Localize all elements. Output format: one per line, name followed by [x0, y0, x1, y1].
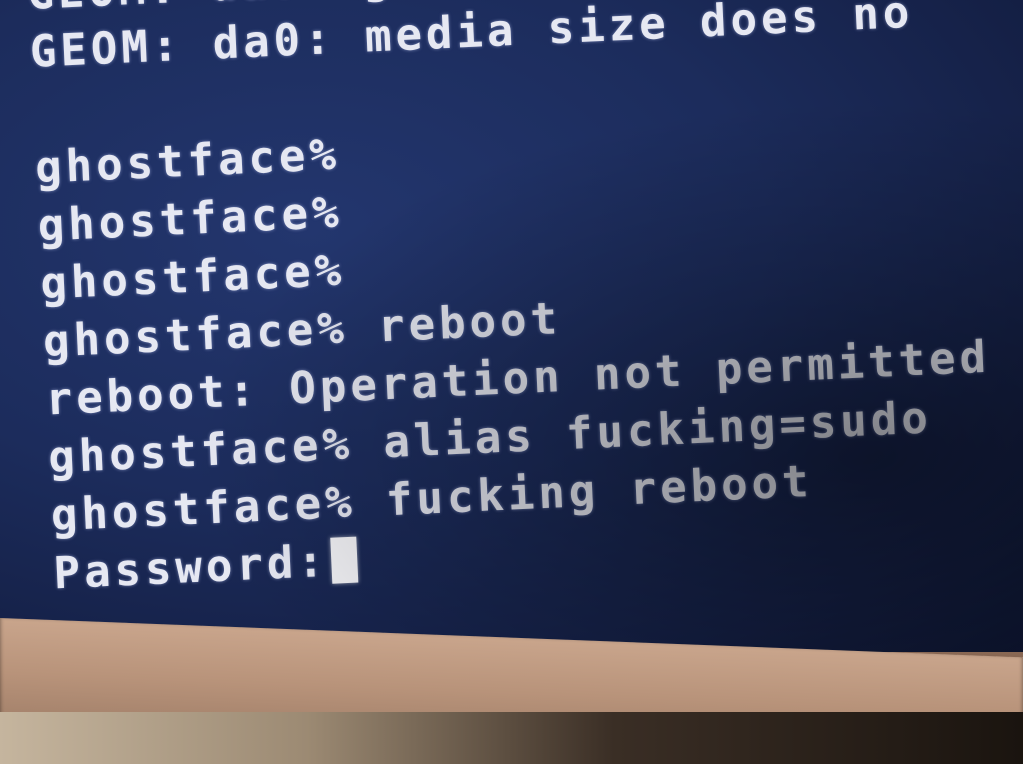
- terminal-output[interactable]: GEOM: da0: g GEOM: da0: media size does …: [26, 0, 1023, 603]
- desk-background: [0, 712, 1023, 764]
- console-screen: GEOM: da0: g GEOM: da0: media size does …: [0, 0, 1023, 652]
- password-prompt-label: Password:: [52, 535, 329, 600]
- photo-frame: GEOM: da0: g GEOM: da0: media size does …: [0, 0, 1023, 764]
- text-cursor[interactable]: [330, 536, 359, 584]
